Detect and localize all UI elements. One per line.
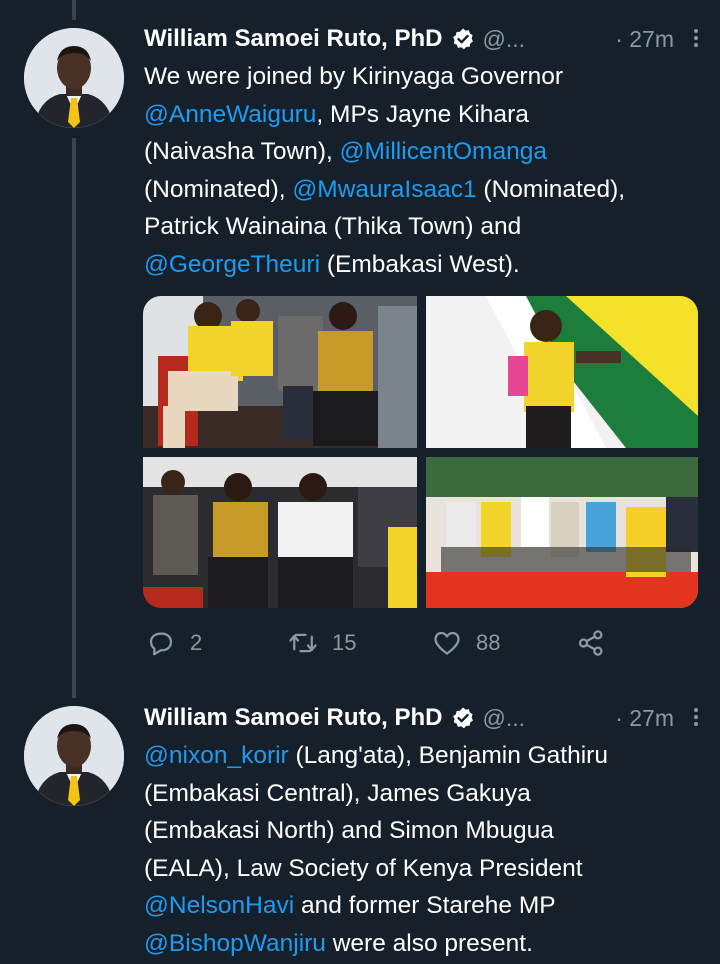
mention-link[interactable]: @nixon_korir [144,742,289,769]
share-button[interactable] [576,628,606,658]
retweet-count: 15 [332,630,357,655]
tweet-text: @nixon_korir (Lang'ata), Benjamin Gathir… [144,737,704,962]
mention-link[interactable]: @MwauraIsaac1 [292,176,476,203]
mention-link[interactable]: @AnneWaiguru [144,101,316,128]
mention-link[interactable]: @MillicentOmanga [340,138,547,165]
thread-line-middle [72,138,76,698]
tweet-actions: 2 15 88 [146,628,616,664]
text-segment: were also present. [325,929,533,957]
tweet-header: William Samoei Ruto, PhD @... · 27m [144,24,700,54]
text-segment: (Embakasi West). [320,250,520,278]
photo-3[interactable] [143,457,417,608]
retweet-button[interactable]: 15 [288,628,356,658]
media-grid [143,296,698,608]
photo-1[interactable] [143,296,417,448]
author-handle[interactable]: @... [483,26,526,53]
more-options-icon[interactable] [692,705,700,729]
text-segment: (Nominated), [144,175,286,203]
reply-icon [149,632,173,656]
thread-line-top [72,0,76,20]
like-count: 88 [476,630,501,655]
photo-2[interactable] [426,296,698,448]
more-options-icon[interactable] [692,26,700,50]
text-segment: We were joined by Kirinyaga Governor [144,63,563,90]
tweet-text: We were joined by Kirinyaga Governor @An… [144,58,704,283]
author-avatar[interactable] [24,706,124,806]
verified-badge-icon [451,27,475,51]
mention-link[interactable]: @BishopWanjiru [144,930,326,957]
author-name[interactable]: William Samoei Ruto, PhD [144,25,443,53]
mention-link[interactable]: @GeorgeTheuri [144,251,320,278]
mention-link[interactable]: @NelsonHavi [144,892,294,919]
reply-count: 2 [190,630,203,655]
heart-icon [434,631,460,655]
retweet-icon [289,633,317,653]
author-avatar[interactable] [24,28,124,128]
share-icon [578,630,603,656]
author-handle[interactable]: @... [483,705,526,732]
like-button[interactable]: 88 [432,628,500,658]
tweet-timestamp[interactable]: · 27m [615,26,674,53]
tweet-header: William Samoei Ruto, PhD @... · 27m [144,703,700,733]
author-name[interactable]: William Samoei Ruto, PhD [144,704,443,732]
tweet-timestamp[interactable]: · 27m [615,705,674,732]
reply-button[interactable]: 2 [146,628,202,658]
text-segment: and former Starehe MP [300,892,556,919]
photo-4[interactable] [426,457,698,608]
verified-badge-icon [451,706,475,730]
